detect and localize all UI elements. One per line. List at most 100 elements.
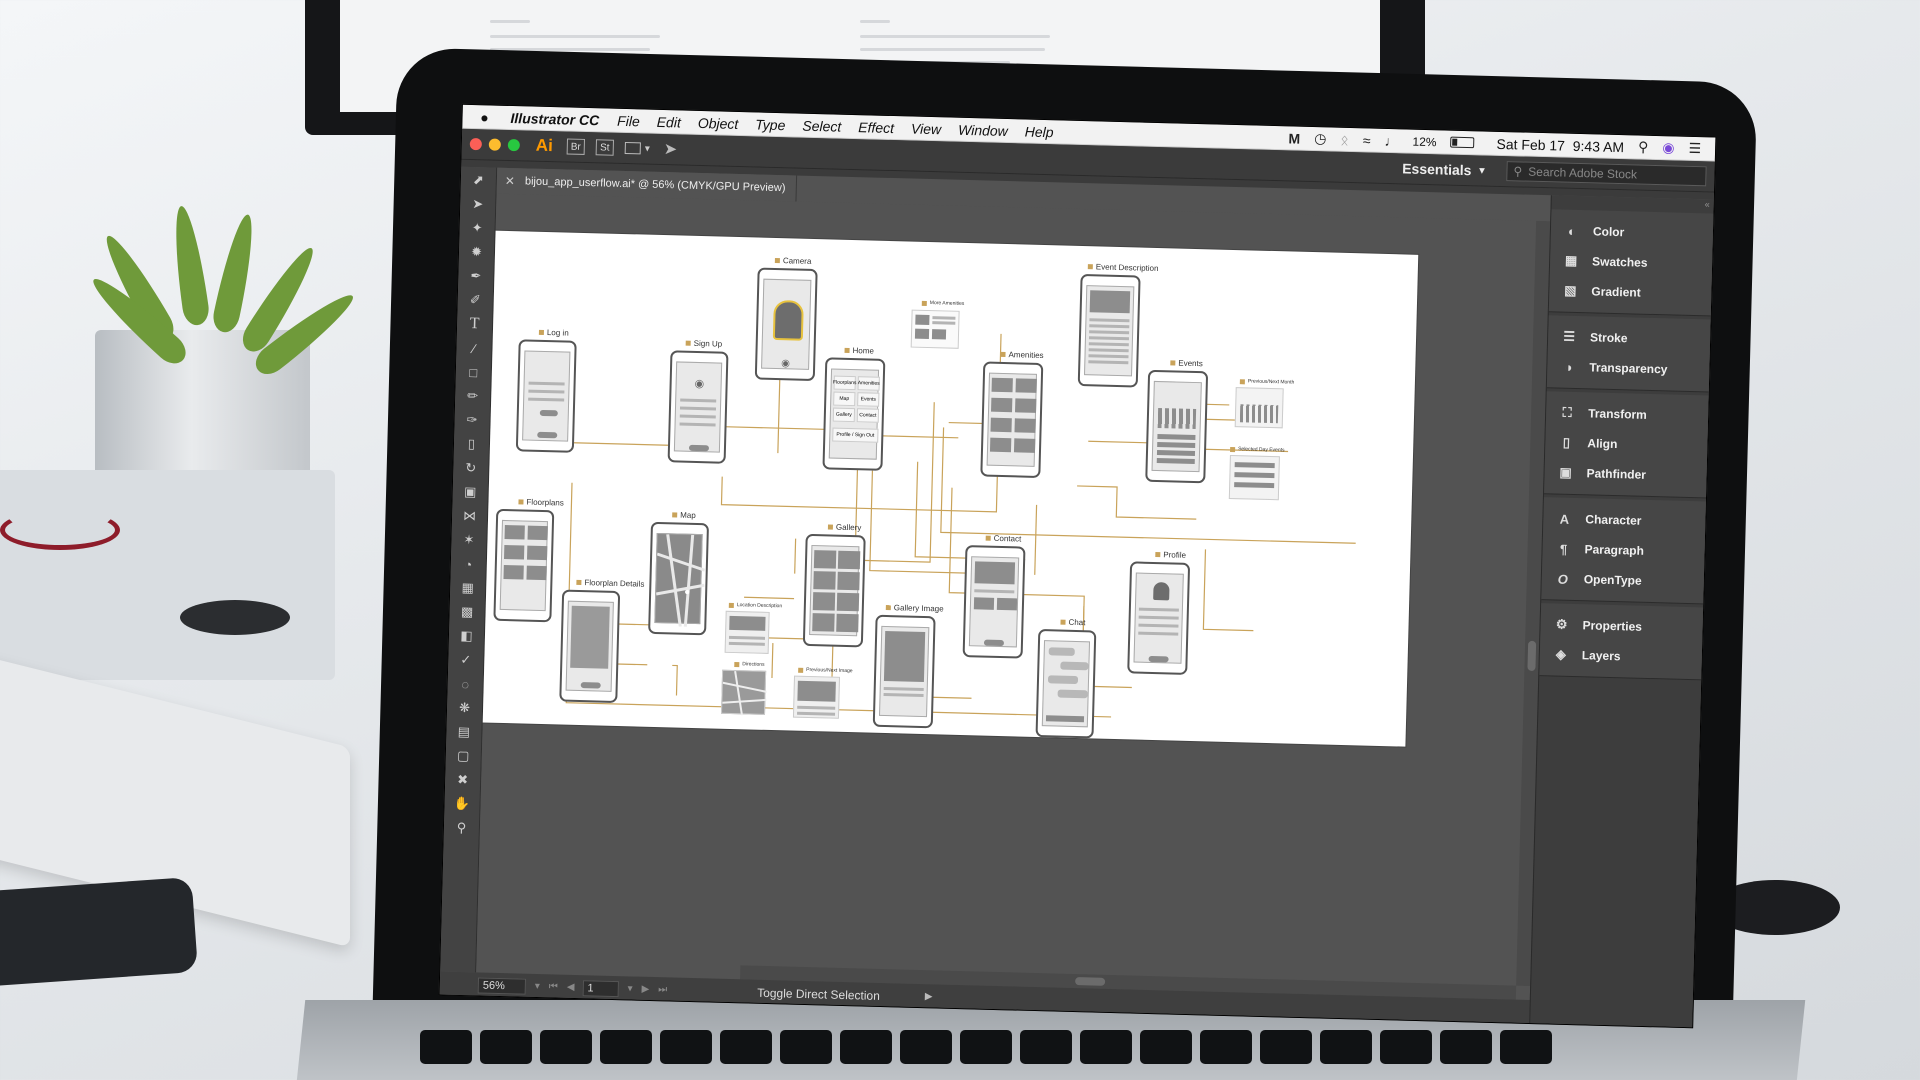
wireframe-prev-next-image[interactable] — [792, 675, 841, 719]
zoom-tool-icon[interactable]: ⚲ — [448, 817, 475, 840]
rectangle-tool-icon[interactable]: □ — [460, 361, 487, 384]
mesh-tool-icon[interactable]: ▩ — [454, 601, 481, 624]
battery-icon[interactable] — [1450, 136, 1475, 149]
horizontal-scroll-thumb[interactable] — [1075, 977, 1106, 986]
menu-type[interactable]: Type — [755, 116, 786, 133]
spotlight-search-icon[interactable]: ⚲ — [1638, 139, 1649, 156]
menu-edit[interactable]: Edit — [657, 113, 682, 130]
pen-tool-icon[interactable]: ✒ — [463, 265, 490, 288]
menu-help[interactable]: Help — [1025, 123, 1054, 140]
hand-tool-icon[interactable]: ✋ — [449, 793, 476, 816]
menu-select[interactable]: Select — [802, 117, 841, 134]
wireframe-camera[interactable]: ◉ — [754, 267, 818, 382]
artboard[interactable]: Log in Sign Up ◉ Camera ◉ Home Floorplan… — [476, 230, 1419, 747]
stock-search-input[interactable]: ⚲ Search Adobe Stock — [1506, 161, 1707, 187]
direct-selection-tool-icon[interactable]: ➤ — [464, 193, 491, 216]
wireframe-event-description[interactable] — [1077, 273, 1141, 388]
panel-stroke[interactable]: ☰ Stroke — [1548, 321, 1713, 355]
bluetooth-icon[interactable]: ᛟ — [1340, 131, 1349, 147]
column-graph-tool-icon[interactable]: ▤ — [451, 721, 478, 744]
wireframe-selected-day-events[interactable] — [1228, 454, 1280, 501]
close-icon[interactable]: ✕ — [505, 174, 515, 188]
window-close-icon[interactable] — [469, 137, 482, 151]
panel-pathfinder[interactable]: ▣ Pathfinder — [1544, 457, 1709, 491]
shape-builder-tool-icon[interactable]: ◔ — [455, 553, 482, 576]
arrange-documents-icon[interactable] — [624, 142, 641, 155]
shaper-tool-icon[interactable]: ✑ — [459, 409, 486, 432]
line-tool-icon[interactable]: ∕ — [461, 337, 488, 360]
slice-tool-icon[interactable]: ✖ — [449, 769, 476, 792]
wireframe-profile[interactable] — [1127, 561, 1191, 675]
status-text[interactable]: Toggle Direct Selection — [757, 985, 880, 1002]
menu-object[interactable]: Object — [698, 114, 739, 131]
window-minimize-icon[interactable] — [488, 138, 501, 151]
last-artboard-icon[interactable]: ⏭ — [658, 984, 667, 995]
panel-opentype[interactable]: O OpenType — [1541, 563, 1706, 597]
selection-tool-icon[interactable]: ⬈ — [465, 169, 492, 192]
wireframe-floorplans[interactable] — [493, 508, 555, 623]
wireframe-directions[interactable] — [721, 669, 767, 716]
menu-clock[interactable]: Sat Feb 17 9:43 AM — [1496, 135, 1624, 154]
panel-swatches[interactable]: ▦ Swatches — [1550, 245, 1715, 279]
wifi-icon[interactable]: ≈ — [1363, 132, 1371, 148]
bridge-button[interactable]: Br — [566, 138, 586, 155]
canvas-area[interactable]: Log in Sign Up ◉ Camera ◉ Home Floorplan… — [476, 193, 1537, 1000]
chevron-down-icon[interactable]: ▾ — [627, 983, 632, 994]
time-machine-icon[interactable]: ◷ — [1314, 130, 1327, 147]
notification-center-icon[interactable]: ☰ — [1688, 140, 1701, 157]
wireframe-contact[interactable] — [962, 545, 1026, 659]
panel-gradient[interactable]: ▧ Gradient — [1549, 275, 1714, 309]
blend-tool-icon[interactable]: ◌ — [452, 673, 479, 696]
menu-effect[interactable]: Effect — [858, 119, 894, 136]
panel-color[interactable]: ◐ Color — [1551, 215, 1716, 249]
volume-icon[interactable]: ♩ — [1384, 132, 1398, 148]
gradient-tool-icon[interactable]: ◧ — [453, 625, 480, 648]
rotate-tool-icon[interactable]: ↻ — [458, 457, 485, 480]
lasso-tool-icon[interactable]: ✹ — [463, 241, 490, 264]
curvature-tool-icon[interactable]: ✐ — [462, 289, 489, 312]
type-tool-icon[interactable]: T — [461, 313, 488, 336]
wireframe-chat[interactable] — [1035, 628, 1097, 739]
first-artboard-icon[interactable]: ⏮ — [549, 981, 558, 992]
play-icon[interactable]: ▶ — [925, 991, 933, 1002]
workspace-switcher[interactable]: Essentials ▾ — [1402, 160, 1485, 178]
menu-app-name[interactable]: Illustrator CC — [510, 110, 599, 128]
panel-transparency[interactable]: ◑ Transparency — [1547, 351, 1712, 385]
artboard-tool-icon[interactable]: ▢ — [450, 745, 477, 768]
wireframe-amenities[interactable] — [980, 361, 1044, 478]
wireframe-gallery-image[interactable] — [872, 614, 936, 729]
puppet-warp-tool-icon[interactable]: ✶ — [456, 529, 483, 552]
panel-transform[interactable]: ⛶ Transform — [1546, 397, 1711, 431]
panel-character[interactable]: A Character — [1543, 503, 1708, 537]
malwarebytes-icon[interactable]: M — [1288, 130, 1300, 146]
wireframe-floorplan-details[interactable] — [559, 589, 621, 703]
previous-artboard-icon[interactable]: ◀ — [567, 982, 575, 993]
wireframe-events[interactable] — [1145, 369, 1209, 484]
menu-window[interactable]: Window — [958, 121, 1008, 138]
stock-button[interactable]: St — [595, 139, 614, 156]
magic-wand-tool-icon[interactable]: ✦ — [464, 217, 491, 240]
apple-icon[interactable]: ● — [476, 109, 492, 125]
panel-layers[interactable]: ◈ Layers — [1539, 639, 1704, 673]
paintbrush-tool-icon[interactable]: ✏ — [459, 385, 486, 408]
menu-view[interactable]: View — [911, 120, 942, 137]
panel-properties[interactable]: ⚙ Properties — [1540, 609, 1705, 643]
window-zoom-icon[interactable] — [507, 138, 520, 152]
next-artboard-icon[interactable]: ▶ — [641, 984, 649, 995]
wireframe-home[interactable]: Floorplans Amenities Map Events Gallery … — [822, 357, 886, 471]
eyedropper-tool-icon[interactable]: ✓ — [453, 649, 480, 672]
symbol-sprayer-tool-icon[interactable]: ❋ — [451, 697, 478, 720]
wireframe-prev-next-month[interactable] — [1234, 387, 1284, 429]
panel-align[interactable]: ▯ Align — [1545, 427, 1710, 461]
vertical-scroll-thumb[interactable] — [1527, 640, 1537, 672]
wireframe-login[interactable] — [515, 339, 577, 453]
wireframe-map[interactable]: ● — [648, 521, 709, 636]
perspective-grid-tool-icon[interactable]: ▦ — [454, 577, 481, 600]
width-tool-icon[interactable]: ⋈ — [456, 505, 483, 528]
chevron-down-icon[interactable]: ▾ — [535, 981, 540, 992]
eraser-tool-icon[interactable]: ▯ — [458, 433, 485, 456]
wireframe-signup[interactable]: ◉ — [667, 350, 729, 464]
gpu-performance-icon[interactable]: ➤ — [664, 139, 678, 159]
wireframe-more-amenities[interactable] — [910, 309, 960, 349]
wireframe-location-description[interactable] — [724, 610, 770, 654]
